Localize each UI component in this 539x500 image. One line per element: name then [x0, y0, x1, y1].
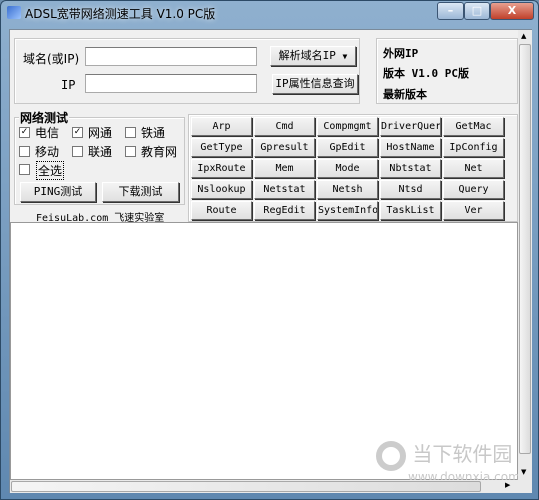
command-button-mode[interactable]: Mode	[317, 159, 378, 178]
command-button-query[interactable]: Query	[443, 180, 504, 199]
resolve-label: 解析域名IP	[278, 49, 336, 62]
command-button-mem[interactable]: Mem	[254, 159, 315, 178]
app-icon	[7, 6, 21, 19]
command-button-gpedit[interactable]: GpEdit	[317, 138, 378, 157]
scroll-right-icon[interactable]: ▶	[505, 481, 510, 489]
external-ip-text: 外网IP	[383, 47, 419, 60]
command-button-netsh[interactable]: Netsh	[317, 180, 378, 199]
network-test-group: 网络测试 ✓ 电信 ✓ 网通 铁通 移动 联通 教育网 全选 PING测试 下载测试	[14, 109, 185, 205]
query-group: 域名(或IP) 解析域名IP ▼ IP IP属性信息查询	[14, 38, 360, 104]
command-button-nbtstat[interactable]: Nbtstat	[380, 159, 441, 178]
carrier-checkbox[interactable]: ✓	[19, 127, 30, 138]
vertical-scrollbar[interactable]: ▲ ▼	[518, 30, 532, 480]
carrier-label: 教育网	[141, 145, 178, 159]
carrier-checkbox[interactable]	[125, 127, 136, 138]
command-button-netstat[interactable]: Netstat	[254, 180, 315, 199]
command-button-ntsd[interactable]: Ntsd	[380, 180, 441, 199]
command-button-hostname[interactable]: HostName	[380, 138, 441, 157]
command-button-getmac[interactable]: GetMac	[443, 117, 504, 136]
command-button-ipxroute[interactable]: IpxRoute	[191, 159, 252, 178]
download-test-button[interactable]: 下载测试	[102, 182, 179, 202]
carrier-label: 铁通	[141, 126, 166, 140]
domain-label: 域名(或IP)	[23, 52, 80, 66]
horizontal-scrollbar[interactable]: ▶	[10, 480, 532, 493]
command-button-gpresult[interactable]: Gpresult	[254, 138, 315, 157]
command-button-ipconfig[interactable]: IpConfig	[443, 138, 504, 157]
carrier-label: 联通	[88, 145, 113, 159]
version-text: 版本 V1.0 PC版	[383, 67, 469, 80]
minimize-button[interactable]: –	[437, 2, 464, 20]
app-window: ADSL宽带网络测速工具 V1.0 PC版 – □ X 域名(或IP) 解析域名…	[0, 0, 539, 500]
command-button-systeminfo[interactable]: SystemInfo	[317, 201, 378, 220]
close-button[interactable]: X	[490, 2, 534, 20]
vertical-scroll-thumb[interactable]	[519, 44, 531, 454]
scroll-up-icon[interactable]: ▲	[521, 32, 526, 40]
carrier-checkbox[interactable]: ✓	[72, 127, 83, 138]
select-all-checkbox[interactable]	[19, 164, 30, 175]
ip-input[interactable]	[85, 74, 257, 93]
scroll-down-icon[interactable]: ▼	[521, 468, 526, 476]
carrier-checkbox[interactable]	[125, 146, 136, 157]
command-button-compmgmt[interactable]: Compmgmt	[317, 117, 378, 136]
command-button-driverquery[interactable]: DriverQuery	[380, 117, 441, 136]
carrier-checkbox[interactable]	[72, 146, 83, 157]
client-area: 域名(或IP) 解析域名IP ▼ IP IP属性信息查询 外网IP 版本 V1.…	[9, 29, 532, 493]
carrier-label: 网通	[88, 126, 113, 140]
window-title: ADSL宽带网络测速工具 V1.0 PC版	[25, 7, 216, 21]
ping-test-button[interactable]: PING测试	[20, 182, 96, 202]
command-button-tasklist[interactable]: TaskList	[380, 201, 441, 220]
watermark-logo: 当下软件园	[376, 438, 512, 471]
maximize-button[interactable]: □	[464, 2, 490, 20]
carrier-label: 电信	[35, 126, 60, 140]
command-button-ver[interactable]: Ver	[443, 201, 504, 220]
ip-info-button[interactable]: IP属性信息查询	[272, 74, 358, 94]
command-buttons-panel: Arp Cmd Compmgmt DriverQuery GetMac GetType Gp…	[188, 114, 518, 222]
dropdown-arrow-icon: ▼	[342, 52, 348, 61]
carrier-label: 移动	[35, 145, 60, 159]
ip-label: IP	[61, 78, 76, 92]
command-button-cmd[interactable]: Cmd	[254, 117, 315, 136]
command-button-gettype[interactable]: GetType	[191, 138, 252, 157]
command-button-arp[interactable]: Arp	[191, 117, 252, 136]
resolve-domain-button[interactable]: 解析域名IP ▼	[270, 46, 356, 66]
command-button-route[interactable]: Route	[191, 201, 252, 220]
latest-version-text: 最新版本	[383, 88, 427, 101]
command-button-net[interactable]: Net	[443, 159, 504, 178]
select-all-label[interactable]: 全选	[36, 161, 65, 180]
horizontal-scroll-thumb[interactable]	[11, 481, 481, 492]
info-panel: 外网IP 版本 V1.0 PC版 最新版本	[376, 38, 518, 104]
command-button-nslookup[interactable]: Nslookup	[191, 180, 252, 199]
domain-input[interactable]	[85, 47, 257, 66]
watermark-name: 当下软件园	[412, 442, 513, 466]
carrier-checkbox[interactable]	[19, 146, 30, 157]
command-button-regedit[interactable]: RegEdit	[254, 201, 315, 220]
